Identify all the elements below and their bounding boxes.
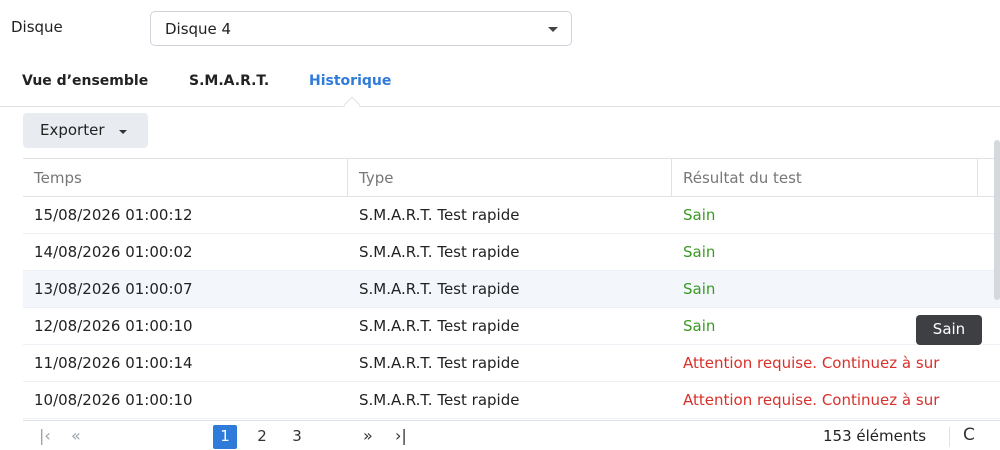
disk-select[interactable]: Disque 4 <box>150 11 572 46</box>
export-label: Exporter <box>40 121 105 139</box>
chevron-down-icon <box>548 27 558 32</box>
page-button-3[interactable]: 3 <box>285 425 309 449</box>
next-page-icon[interactable]: » <box>363 426 373 445</box>
cell-type: S.M.A.R.T. Test rapide <box>359 317 520 335</box>
chevron-down-icon <box>119 130 127 134</box>
cell-result: Sain <box>683 206 716 224</box>
divider <box>949 427 950 447</box>
table-row[interactable]: 15/08/2026 01:00:12 S.M.A.R.T. Test rapi… <box>23 197 1000 234</box>
refresh-icon[interactable]: C <box>963 425 975 445</box>
table-row[interactable]: 11/08/2026 01:00:14 S.M.A.R.T. Test rapi… <box>23 345 1000 382</box>
cell-type: S.M.A.R.T. Test rapide <box>359 206 520 224</box>
cell-result: Sain <box>683 317 716 335</box>
prev-page-icon[interactable]: « <box>71 426 81 445</box>
cell-time: 13/08/2026 01:00:07 <box>34 280 193 298</box>
table-row-selected[interactable]: 13/08/2026 01:00:07 S.M.A.R.T. Test rapi… <box>23 271 1000 308</box>
pagination-bar: |‹ « 1 2 3 » ›| 153 éléments C <box>23 420 1000 450</box>
disk-label: Disque <box>11 18 63 36</box>
column-header-time[interactable]: Temps <box>34 159 82 197</box>
tab-overview[interactable]: Vue d’ensemble <box>22 73 148 89</box>
item-count: 153 éléments <box>823 427 927 445</box>
column-separator[interactable] <box>977 159 978 197</box>
page-button-2[interactable]: 2 <box>250 425 274 449</box>
column-separator[interactable] <box>347 159 348 197</box>
tab-history[interactable]: Historique <box>309 73 391 89</box>
history-table: Temps Type Résultat du test 15/08/2026 0… <box>23 158 1000 420</box>
column-header-type[interactable]: Type <box>359 159 393 197</box>
cell-type: S.M.A.R.T. Test rapide <box>359 354 520 372</box>
disk-select-value: Disque 4 <box>165 20 232 38</box>
export-button[interactable]: Exporter <box>23 113 148 148</box>
disk-selector-row: Disque Disque 4 <box>0 0 1000 58</box>
last-page-icon[interactable]: ›| <box>395 426 407 445</box>
cell-type: S.M.A.R.T. Test rapide <box>359 243 520 261</box>
cell-type: S.M.A.R.T. Test rapide <box>359 280 520 298</box>
tab-bar: Vue d’ensemble S.M.A.R.T. Historique <box>0 70 1000 114</box>
cell-time: 12/08/2026 01:00:10 <box>34 317 193 335</box>
vertical-scrollbar[interactable] <box>994 140 1000 300</box>
cell-time: 11/08/2026 01:00:14 <box>34 354 193 372</box>
cell-result: Sain <box>683 280 716 298</box>
column-header-result[interactable]: Résultat du test <box>683 159 802 197</box>
table-row[interactable]: 12/08/2026 01:00:10 S.M.A.R.T. Test rapi… <box>23 308 1000 345</box>
table-header: Temps Type Résultat du test <box>23 159 1000 197</box>
tab-smart[interactable]: S.M.A.R.T. <box>189 73 269 89</box>
column-separator[interactable] <box>671 159 672 197</box>
cell-time: 10/08/2026 01:00:10 <box>34 391 193 409</box>
tooltip: Sain <box>916 315 982 345</box>
cell-result: Attention requise. Continuez à sur <box>683 391 940 409</box>
first-page-icon[interactable]: |‹ <box>39 426 51 445</box>
cell-type: S.M.A.R.T. Test rapide <box>359 391 520 409</box>
cell-time: 14/08/2026 01:00:02 <box>34 243 193 261</box>
table-row[interactable]: 10/08/2026 01:00:10 S.M.A.R.T. Test rapi… <box>23 382 1000 419</box>
cell-result: Attention requise. Continuez à sur <box>683 354 940 372</box>
cell-time: 15/08/2026 01:00:12 <box>34 206 193 224</box>
cell-result: Sain <box>683 243 716 261</box>
page-button-1[interactable]: 1 <box>213 425 237 449</box>
table-row[interactable]: 14/08/2026 01:00:02 S.M.A.R.T. Test rapi… <box>23 234 1000 271</box>
active-tab-indicator <box>343 96 361 114</box>
